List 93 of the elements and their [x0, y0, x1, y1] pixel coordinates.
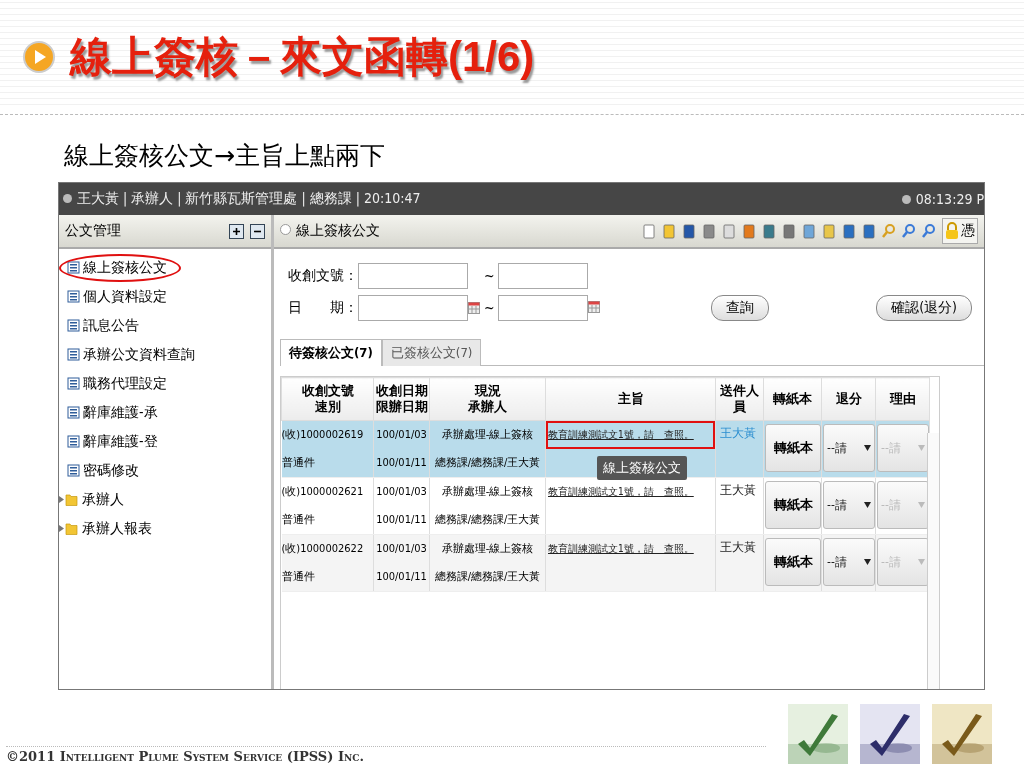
table-cell-text: 王大黃 [719, 482, 757, 499]
table-cell-text: (收)1000002621 [281, 484, 364, 500]
lock-icon [945, 222, 959, 240]
table-cell-text: 承辦處理-線上簽核 [441, 427, 534, 443]
table-cell-text: 100/01/11 [376, 455, 427, 471]
page-icon [67, 435, 80, 448]
sidebar-item[interactable]: 承辦人 [59, 485, 271, 514]
table-cell-text: (收)1000002619 [281, 427, 364, 443]
table-cell-text: 100/01/11 [376, 512, 427, 528]
zoom-in-icon[interactable] [882, 223, 896, 239]
page-icon [67, 377, 80, 390]
collapse-icon[interactable] [250, 223, 265, 239]
dropdown-arrow-icon [918, 502, 925, 508]
page-icon [67, 464, 80, 477]
sidebar-item[interactable]: 訊息公告 [59, 311, 271, 340]
input-field[interactable] [358, 295, 468, 321]
table-cell-text: 100/01/03 [376, 541, 427, 557]
table-cell-text: 王大黃 [719, 425, 757, 442]
paper-button[interactable]: 轉紙本 [765, 424, 821, 472]
page-icon [67, 348, 80, 361]
field-label: 日 期： [288, 299, 358, 317]
search-button[interactable]: 查詢 [711, 295, 770, 321]
column-header: 主旨 [545, 377, 716, 421]
table-cell-text: 100/01/03 [376, 484, 427, 500]
table-cell-text: 100/01/11 [376, 569, 427, 585]
column-header: 收創文號 速別 [281, 377, 374, 421]
range-sign: ~ [484, 300, 496, 316]
clock: 08:13:29 P [901, 191, 984, 207]
field-label: 收創文號： [288, 267, 358, 285]
page-icon [67, 319, 80, 332]
sidebar-item[interactable]: 辭庫維護-登 [59, 427, 271, 456]
input-field[interactable] [358, 263, 468, 289]
table-cell-text: 承辦處理-線上簽核 [441, 541, 534, 557]
page-icon [67, 406, 80, 419]
table-cell-text: 總務課/總務課/王大黃 [434, 455, 541, 471]
calendar-icon[interactable] [468, 302, 480, 314]
panel-title: 線上簽核公文 [280, 222, 380, 240]
sidebar-item[interactable]: 職務代理設定 [59, 369, 271, 398]
search-icon[interactable] [902, 223, 916, 239]
sidebar-item[interactable]: 辭庫維護-承 [59, 398, 271, 427]
paper-button[interactable]: 轉紙本 [765, 481, 821, 529]
table-cell-text: 總務課/總務課/王大黃 [434, 569, 541, 585]
range-sign: ~ [484, 268, 496, 284]
user-info: 王大黃 | 承辦人 | 新竹縣瓦斯管理處 | 總務課 | 20:10:47 [63, 190, 421, 208]
column-header: 轉紙本 [763, 377, 822, 421]
tab[interactable]: 已簽核公文(7) [381, 339, 482, 366]
sidebar-item[interactable]: 密碼修改 [59, 456, 271, 485]
dropdown-arrow-icon [918, 445, 925, 451]
play-icon [22, 40, 56, 74]
column-header: 現況 承辦人 [429, 377, 546, 421]
calendar-icon[interactable] [588, 301, 600, 313]
tooltip: 線上簽核公文 [597, 456, 687, 480]
subject-link[interactable]: 教育訓練測試文1號，請 查照。 [546, 421, 715, 449]
dropdown[interactable]: --請 [823, 481, 875, 529]
slide-subtitle: 線上簽核公文→主旨上點兩下 [64, 140, 386, 172]
input-field[interactable] [498, 295, 588, 321]
paper-button[interactable]: 轉紙本 [765, 538, 821, 586]
column-header: 理由 [875, 377, 930, 421]
dropdown[interactable]: --請 [823, 538, 875, 586]
table-cell-text: 普通件 [281, 569, 315, 585]
scrollbar[interactable] [927, 433, 939, 689]
slide-title: 線上簽核－來文函轉(1/6) [70, 32, 535, 82]
table-cell-text: 總務課/總務課/王大黃 [434, 512, 541, 528]
page-icon [67, 290, 80, 303]
table-cell-text: 普通件 [281, 455, 315, 471]
column-header: 送件人員 [715, 377, 764, 421]
subject-link[interactable]: 教育訓練測試文1號，請 查照。 [546, 478, 715, 506]
sidebar-item[interactable]: 承辦人報表 [59, 514, 271, 543]
subject-link[interactable]: 教育訓練測試文1號，請 查照。 [546, 535, 715, 563]
dropdown-arrow-icon [864, 502, 871, 508]
dropdown-arrow-icon [864, 445, 871, 451]
column-header: 收創日期 限辦日期 [373, 377, 430, 421]
sidebar-item[interactable]: 個人資料設定 [59, 282, 271, 311]
table-cell-text: 王大黃 [719, 539, 757, 556]
confirm-button[interactable]: 確認(退分) [876, 295, 972, 321]
dropdown-arrow-icon [864, 559, 871, 565]
sidebar-item[interactable]: 線上簽核公文 [59, 253, 271, 282]
table-cell-text: (收)1000002622 [281, 541, 364, 557]
zoom-out-icon[interactable] [922, 223, 936, 239]
tab[interactable]: 待簽核公文(7) [280, 339, 382, 366]
table-cell-text: 普通件 [281, 512, 315, 528]
page-icon [67, 261, 80, 274]
table-cell-text: 承辦處理-線上簽核 [441, 484, 534, 500]
sidebar-title: 公文管理 [65, 222, 121, 240]
expand-icon[interactable] [229, 223, 244, 239]
input-field[interactable] [498, 263, 588, 289]
copyright-text: ©2011 Intelligent Plume System Service (IPSS) Inc. [6, 746, 766, 764]
dropdown[interactable]: --請 [823, 424, 875, 472]
sidebar-item[interactable]: 承辦公文資料查詢 [59, 340, 271, 369]
table-cell-text: 100/01/03 [376, 427, 427, 443]
column-header: 退分 [821, 377, 876, 421]
lock-button[interactable]: 憑 [942, 218, 978, 244]
dropdown-arrow-icon [918, 559, 925, 565]
